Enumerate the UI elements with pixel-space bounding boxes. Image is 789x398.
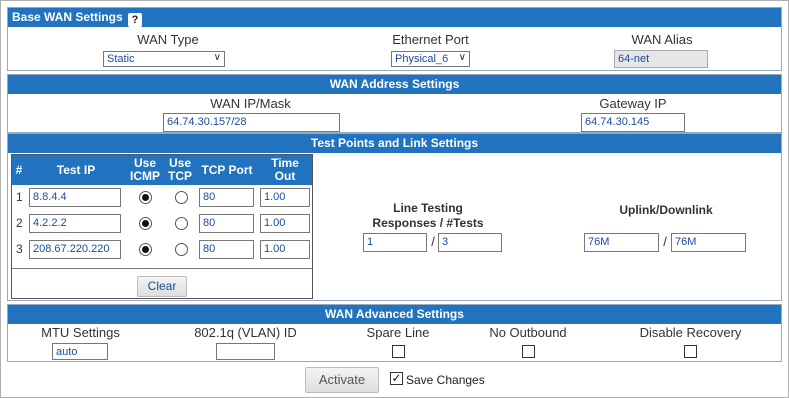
spare-line-label: Spare Line (366, 325, 430, 340)
test-ip-input[interactable]: 208.67.220.220 (29, 240, 121, 259)
base-wan-header: Base WAN Settings ? (8, 8, 781, 27)
test-points-table: # Test IP Use ICMP Use TCP TCP Port Time Ou… (11, 154, 313, 299)
test-ip-input[interactable]: 4.2.2.2 (29, 214, 121, 233)
chevron-down-icon: ∨ (458, 52, 466, 63)
wan-ip-mask-input[interactable]: 64.74.30.157/28 (163, 113, 340, 132)
wan-type-value: Static (107, 53, 135, 65)
col-header-num: # (12, 155, 26, 185)
chevron-down-icon: ∨ (213, 52, 221, 63)
use-tcp-radio[interactable] (175, 243, 188, 256)
wan-advanced-panel: WAN Advanced Settings MTU Settings auto … (7, 304, 782, 362)
no-outbound-label: No Outbound (489, 325, 567, 340)
mtu-input[interactable]: auto (52, 343, 108, 360)
wan-address-header: WAN Address Settings (8, 75, 781, 94)
table-divider (12, 268, 312, 269)
wan-settings-window: Base WAN Settings ? WAN Type Static ∨ Et… (0, 0, 789, 398)
col-header-use-icmp: Use ICMP (126, 155, 164, 185)
vlan-id-input[interactable] (216, 343, 275, 360)
wan-alias-label: WAN Alias (631, 32, 693, 47)
wan-advanced-header: WAN Advanced Settings (8, 305, 781, 324)
use-tcp-radio[interactable] (175, 191, 188, 204)
tests-input[interactable]: 3 (438, 233, 502, 252)
base-wan-panel: Base WAN Settings ? WAN Type Static ∨ Et… (7, 7, 782, 71)
col-header-use-tcp: Use TCP (164, 155, 196, 185)
use-icmp-radio[interactable] (139, 217, 152, 230)
test-points-header: Test Points and Link Settings (8, 134, 781, 153)
help-icon[interactable]: ? (128, 13, 143, 27)
use-icmp-radio[interactable] (139, 243, 152, 256)
wan-type-label: WAN Type (137, 32, 199, 47)
mtu-settings-label: MTU Settings (41, 325, 120, 340)
ethernet-port-label: Ethernet Port (392, 32, 469, 47)
activate-button[interactable]: Activate (305, 367, 379, 393)
save-changes-checkbox[interactable]: ✓ (390, 372, 403, 385)
uplink-input[interactable]: 76M (584, 233, 659, 252)
ethernet-port-value: Physical_6 (395, 53, 449, 65)
col-header-timeout: Time Out (258, 155, 312, 185)
clear-button[interactable]: Clear (137, 276, 187, 297)
check-icon: ✓ (391, 371, 402, 385)
spare-line-checkbox[interactable] (392, 345, 405, 358)
slash-separator: / (663, 234, 667, 249)
disable-recovery-checkbox[interactable] (684, 345, 697, 358)
ethernet-port-select[interactable]: Physical_6 ∨ (391, 51, 470, 67)
wan-address-panel: WAN Address Settings WAN IP/Mask 64.74.3… (7, 74, 782, 133)
gateway-ip-label: Gateway IP (599, 96, 667, 111)
downlink-input[interactable]: 76M (671, 233, 746, 252)
responses-input[interactable]: 1 (363, 233, 427, 252)
row-number: 1 (16, 190, 23, 204)
uplink-downlink-label: Uplink/Downlink (619, 203, 713, 217)
timeout-input[interactable]: 1.00 (260, 188, 310, 207)
row-number: 2 (16, 216, 23, 230)
col-header-test-ip: Test IP (26, 155, 126, 185)
row-number: 3 (16, 242, 23, 256)
wan-type-select[interactable]: Static ∨ (103, 51, 225, 67)
test-points-panel: Test Points and Link Settings # Test IP … (7, 133, 782, 301)
disable-recovery-label: Disable Recovery (639, 325, 742, 340)
tcp-port-input[interactable]: 80 (199, 188, 254, 207)
base-wan-title: Base WAN Settings (12, 10, 123, 24)
use-tcp-radio[interactable] (175, 217, 188, 230)
line-testing-label: Line Testing Responses / #Tests (372, 201, 484, 230)
slash-separator: / (431, 234, 435, 249)
use-icmp-radio[interactable] (139, 191, 152, 204)
no-outbound-checkbox[interactable] (522, 345, 535, 358)
gateway-ip-input[interactable]: 64.74.30.145 (581, 113, 685, 132)
test-ip-input[interactable]: 8.8.4.4 (29, 188, 121, 207)
tcp-port-input[interactable]: 80 (199, 214, 254, 233)
col-header-tcp-port: TCP Port (196, 155, 258, 185)
save-changes-label: Save Changes (406, 373, 485, 387)
timeout-input[interactable]: 1.00 (260, 214, 310, 233)
tcp-port-input[interactable]: 80 (199, 240, 254, 259)
wan-ip-mask-label: WAN IP/Mask (210, 96, 291, 111)
timeout-input[interactable]: 1.00 (260, 240, 310, 259)
vlan-id-label: 802.1q (VLAN) ID (194, 325, 297, 340)
wan-alias-input[interactable]: 64-net (614, 50, 708, 68)
